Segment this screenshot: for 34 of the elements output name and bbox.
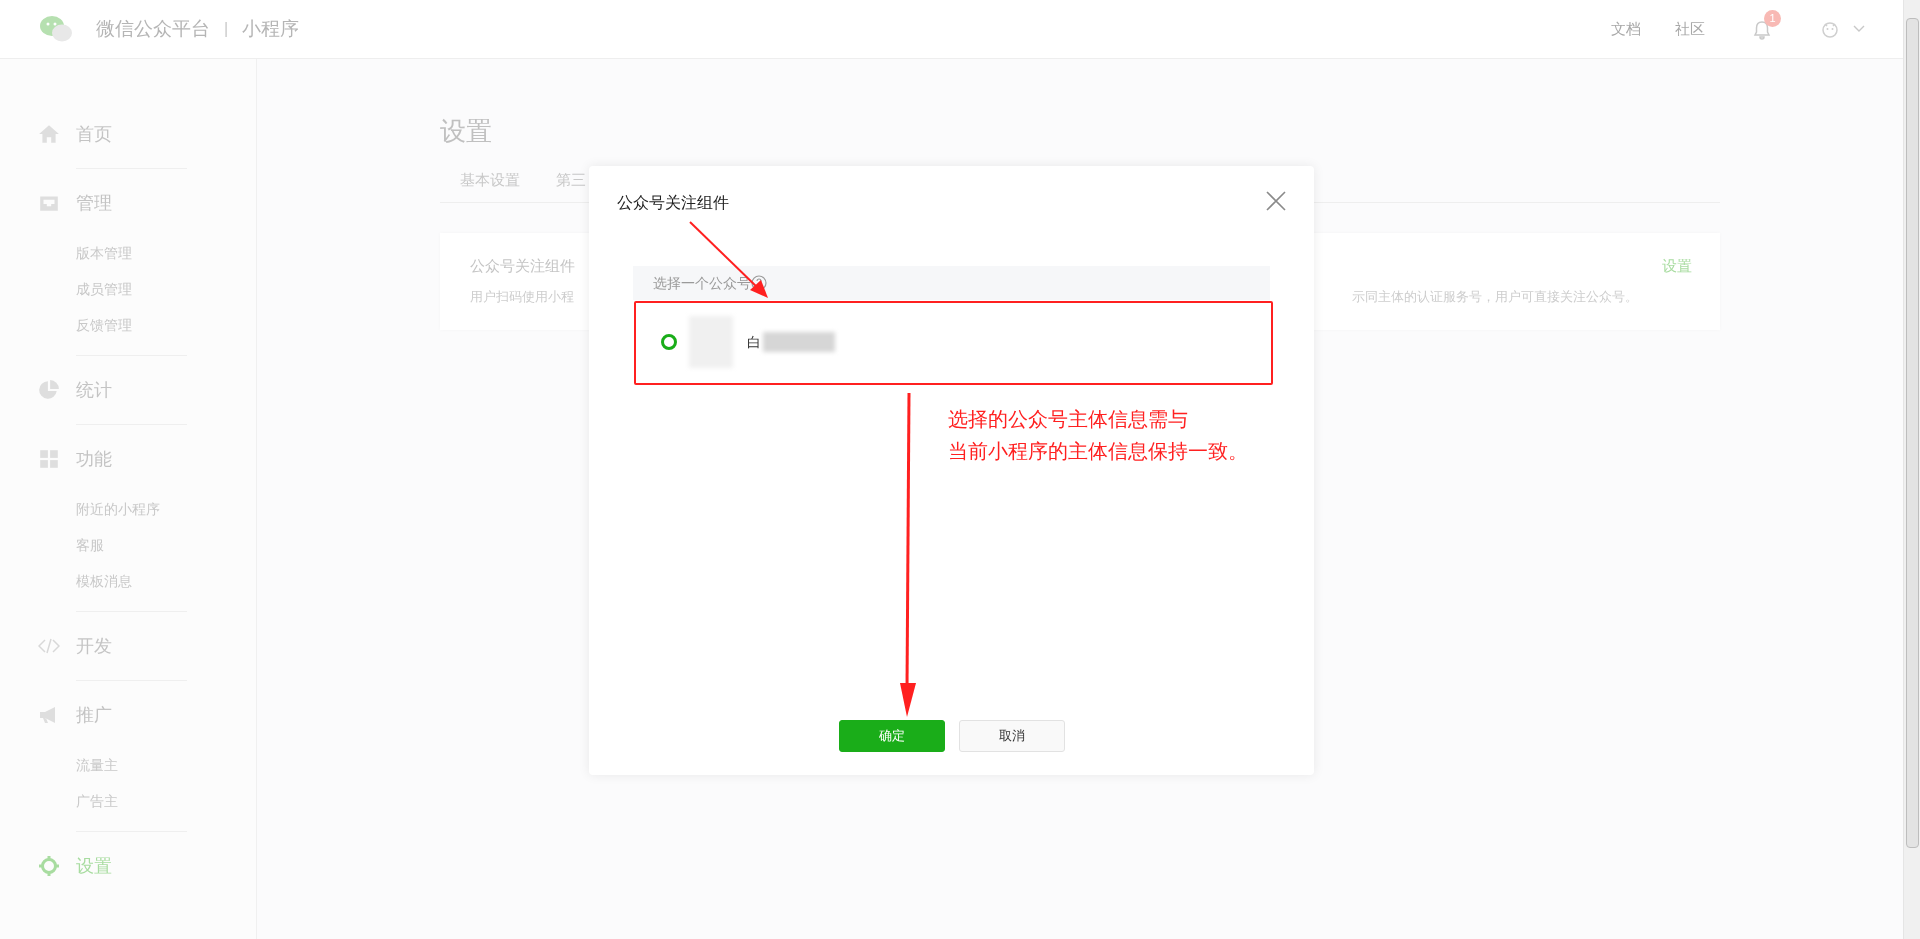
radio-button[interactable] [661,334,677,350]
card-title: 公众号关注组件 [470,255,575,276]
sidebar-item[interactable]: 统计 [76,376,112,404]
sidebar-item[interactable]: 管理 [76,189,112,217]
annotation-note: 选择的公众号主体信息需与 [948,407,1189,432]
sidebar-item[interactable]: 功能 [76,445,112,473]
account-name: 白 [747,332,761,352]
grid-icon [38,448,60,470]
setting-link[interactable]: 设置 [1662,254,1692,277]
avatar-icon [1819,19,1841,39]
sidebar-item[interactable]: 推广 [76,701,112,729]
settings-icon [38,855,60,877]
sidebar-item[interactable]: 设置 [76,852,112,880]
header-link[interactable]: 社区 [1675,17,1705,41]
product-title: 小程序 [242,16,300,41]
blurred-text-placeholder [763,332,835,352]
annotation-note: 当前小程序的主体信息保持一致。 [948,439,1248,464]
close-icon[interactable] [1265,190,1287,212]
dialog-title: 公众号关注组件 [617,193,729,213]
home-icon [38,123,60,145]
notification-badge: 1 [1764,10,1781,27]
chevron-down-icon [1853,25,1865,33]
confirm-button[interactable]: 确定 [838,720,945,752]
chat-bubbles-logo-icon [38,14,74,44]
scrollbar[interactable] [1903,0,1920,939]
cancel-button[interactable]: 取消 [958,720,1065,752]
pie-chart-icon [38,379,60,401]
bell-icon [1753,20,1771,40]
title-separator: | [224,19,229,39]
header-link[interactable]: 文档 [1611,17,1641,41]
page-title: 设置 [440,115,493,147]
sidebar-item[interactable]: 首页 [76,120,112,148]
platform-title: 微信公众平台 [96,16,210,41]
sidebar-item[interactable]: 开发 [76,632,112,660]
